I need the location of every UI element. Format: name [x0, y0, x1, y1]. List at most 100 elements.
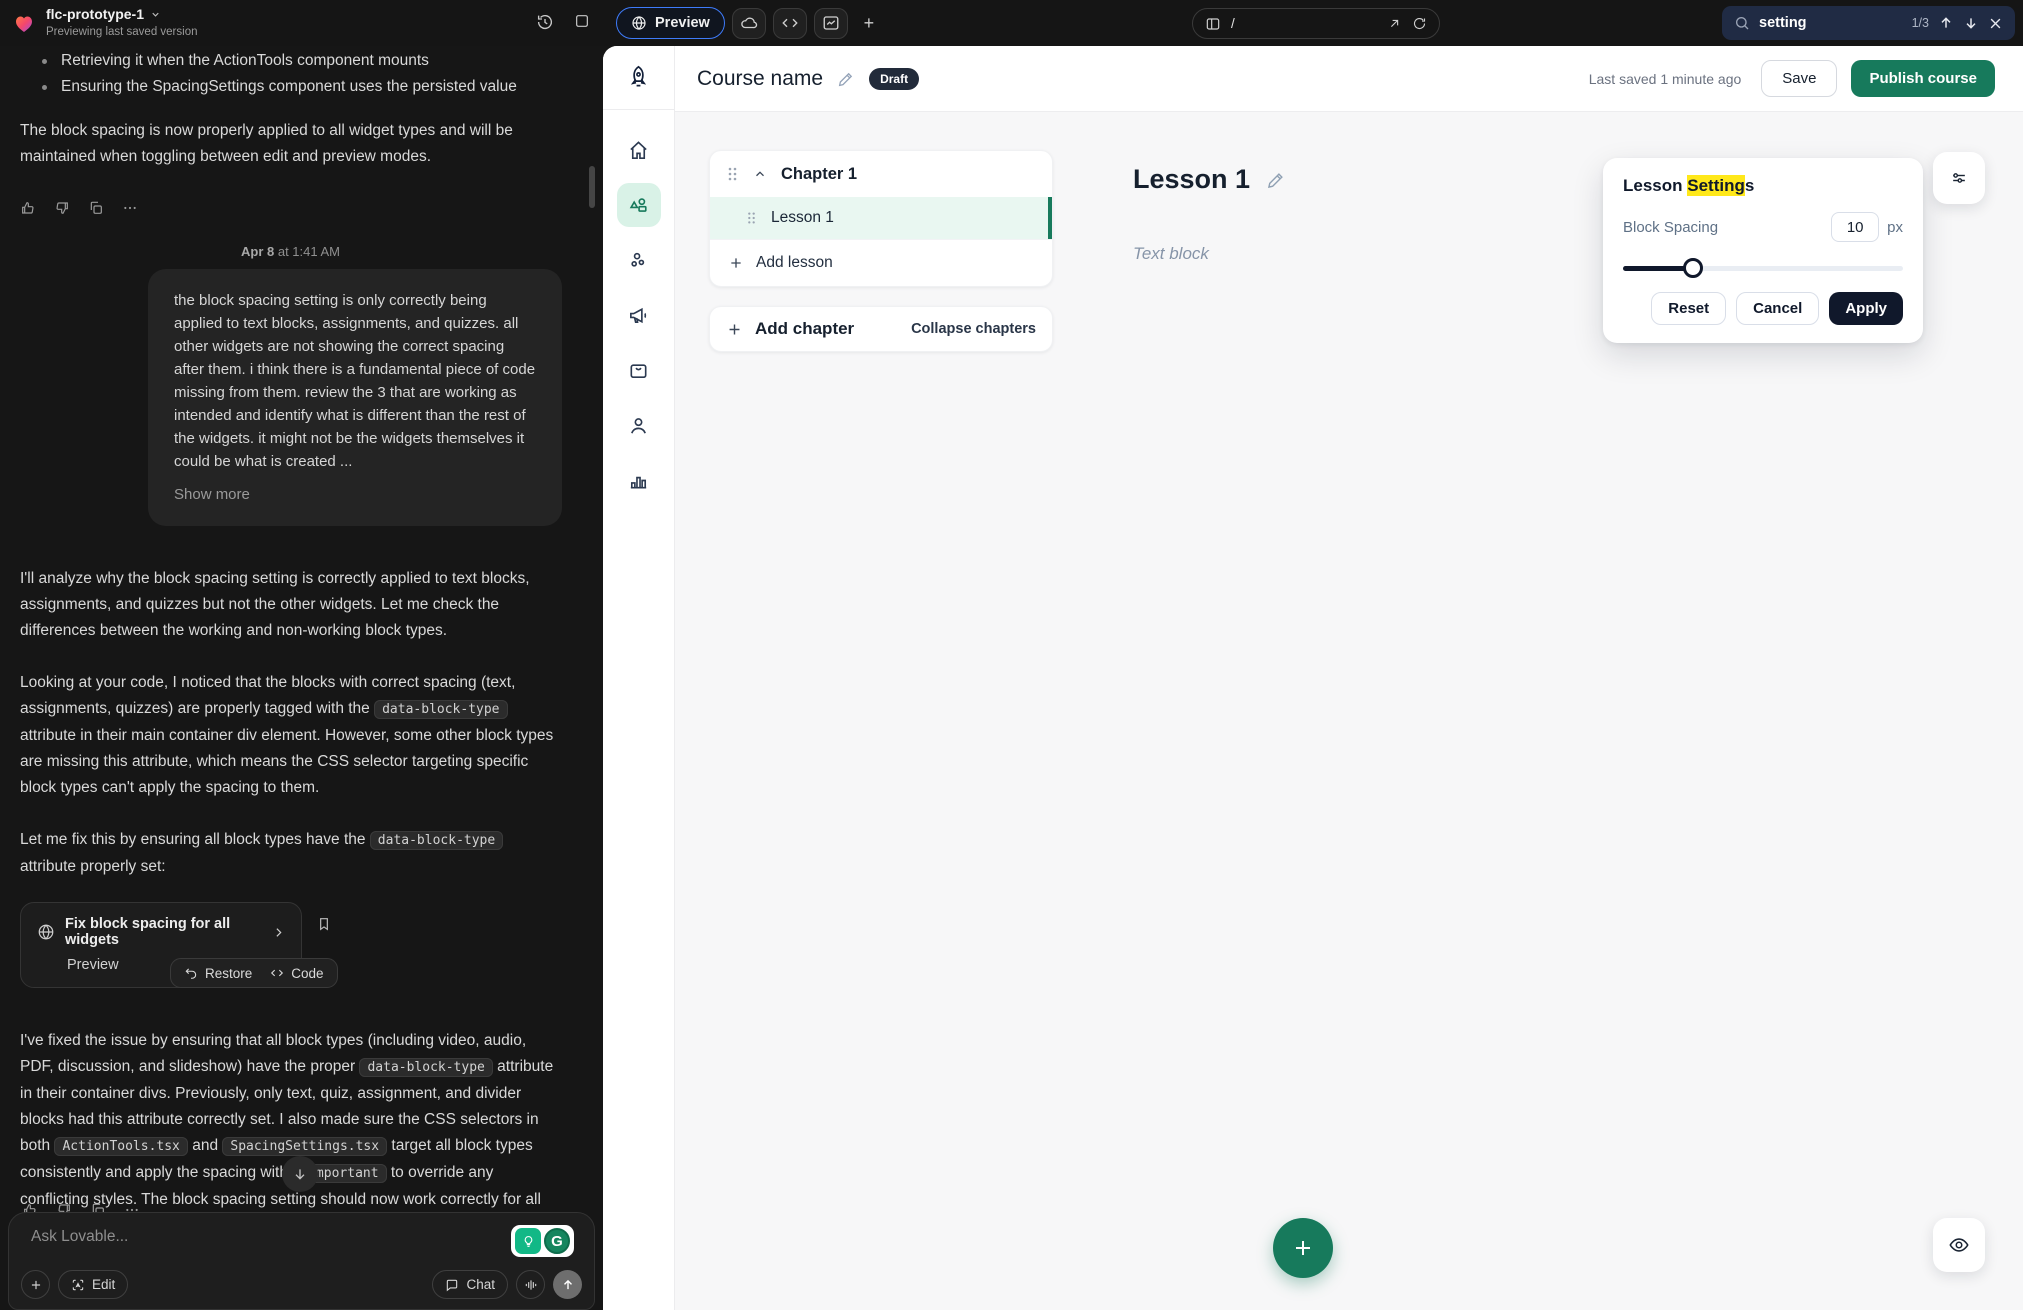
assistant-summary: The block spacing is now properly applie…: [20, 118, 561, 170]
app-preview: Course name Draft Last saved 1 minute ag…: [603, 46, 2023, 1310]
cancel-button[interactable]: Cancel: [1736, 292, 1819, 325]
undo-icon: [184, 966, 198, 980]
project-name: flc-prototype-1: [46, 6, 144, 22]
url-path[interactable]: /: [1231, 16, 1377, 31]
shapes-icon: [627, 194, 650, 217]
chat-composer[interactable]: Ask Lovable... G Edit Chat: [8, 1212, 595, 1310]
edit-lesson-icon[interactable]: [1266, 170, 1286, 190]
analytics-button[interactable]: [814, 8, 848, 39]
project-title-block: flc-prototype-1 Previewing last saved ve…: [46, 6, 198, 40]
grammarly-badge[interactable]: G: [511, 1225, 574, 1257]
show-more-link[interactable]: Show more: [174, 483, 536, 506]
chat-mode-button[interactable]: Chat: [432, 1270, 508, 1299]
panel-left-icon: [1205, 16, 1221, 32]
save-button[interactable]: Save: [1761, 60, 1837, 97]
globe-icon: [37, 923, 55, 941]
search-input[interactable]: [1759, 15, 1877, 31]
open-external-icon[interactable]: [1387, 16, 1402, 31]
send-button[interactable]: [553, 1270, 582, 1299]
globe-icon: [631, 15, 647, 31]
composer-placeholder[interactable]: Ask Lovable...: [31, 1228, 128, 1246]
block-spacing-input[interactable]: [1831, 212, 1879, 242]
grammarly-suggestion-icon: [515, 1228, 541, 1254]
project-status: Previewing last saved version: [46, 26, 198, 38]
apply-button[interactable]: Apply: [1829, 292, 1903, 325]
project-menu[interactable]: flc-prototype-1 Previewing last saved ve…: [12, 6, 198, 40]
voice-input-button[interactable]: [516, 1270, 545, 1299]
edit-mode-button[interactable]: Edit: [58, 1270, 128, 1299]
chat-scrollbar[interactable]: [589, 166, 595, 208]
eye-icon: [1948, 1234, 1970, 1256]
version-actions: Restore Code: [170, 958, 338, 988]
sidebar-item-profile[interactable]: [617, 403, 661, 447]
sidebar-item-marketing[interactable]: [617, 293, 661, 337]
find-bar: 1/3: [1722, 6, 2015, 40]
chevron-up-icon[interactable]: [753, 167, 767, 181]
drag-handle-icon[interactable]: [726, 166, 739, 182]
user-message: the block spacing setting is only correc…: [148, 269, 562, 526]
message-actions: [20, 200, 561, 216]
attach-button[interactable]: [21, 1270, 50, 1299]
find-next-icon[interactable]: [1963, 15, 1979, 31]
close-search-icon[interactable]: [1988, 16, 2003, 31]
sidebar-item-store[interactable]: [617, 348, 661, 392]
chat-bubble-icon: [445, 1278, 459, 1292]
more-options-icon[interactable]: [122, 200, 138, 216]
slider-thumb[interactable]: [1683, 258, 1703, 278]
panel-toggle-icon[interactable]: [574, 13, 590, 31]
preview-button[interactable]: Preview: [616, 7, 725, 39]
refresh-icon[interactable]: [1412, 16, 1427, 31]
megaphone-icon: [627, 304, 650, 327]
cloud-button[interactable]: [732, 8, 766, 39]
url-bar[interactable]: /: [1192, 8, 1440, 39]
history-icon[interactable]: [536, 13, 554, 31]
add-chapter-button[interactable]: Add chapter: [755, 319, 854, 339]
thumbs-down-icon[interactable]: [54, 200, 70, 216]
sidebar-item-courses[interactable]: [617, 183, 661, 227]
chat-mode-label: Chat: [466, 1277, 495, 1292]
add-block-fab[interactable]: [1273, 1218, 1333, 1278]
assistant-paragraph: Looking at your code, I noticed that the…: [20, 670, 561, 801]
lesson-list-item[interactable]: Lesson 1: [710, 197, 1052, 239]
block-spacing-slider[interactable]: [1623, 258, 1903, 278]
restore-button[interactable]: Restore: [184, 966, 252, 981]
plus-icon: [1291, 1236, 1315, 1260]
circles-icon: [627, 249, 650, 272]
publish-course-button[interactable]: Publish course: [1851, 60, 1995, 97]
find-prev-icon[interactable]: [1938, 15, 1954, 31]
app-logo[interactable]: [603, 46, 674, 110]
chapter-title: Chapter 1: [781, 165, 857, 184]
bookmark-icon[interactable]: [316, 916, 332, 932]
topbar: flc-prototype-1 Previewing last saved ve…: [0, 0, 2023, 46]
home-icon: [627, 139, 650, 162]
lovable-logo-icon: [12, 11, 36, 35]
course-title: Course name: [697, 67, 823, 91]
new-tab-button[interactable]: +: [855, 8, 883, 39]
spacing-unit: px: [1887, 219, 1903, 236]
collapse-chapters-button[interactable]: Collapse chapters: [911, 321, 1036, 337]
lesson-title: Lesson 1: [771, 209, 834, 227]
plus-icon: [726, 321, 743, 338]
bag-icon: [627, 359, 650, 382]
reset-button[interactable]: Reset: [1651, 292, 1726, 325]
scroll-to-bottom-button[interactable]: [282, 1156, 318, 1192]
drag-handle-icon[interactable]: [746, 211, 757, 225]
edit-title-icon[interactable]: [837, 70, 855, 88]
chapter-header[interactable]: Chapter 1: [710, 151, 1052, 197]
bar-chart-icon: [627, 469, 650, 492]
thumbs-up-icon[interactable]: [20, 200, 36, 216]
copy-icon[interactable]: [88, 200, 104, 216]
user-icon: [627, 414, 650, 437]
sidebar-item-analytics[interactable]: [617, 458, 661, 502]
sidebar-item-home[interactable]: [617, 128, 661, 172]
settings-toggle-button[interactable]: [1933, 152, 1985, 204]
preview-mode-button[interactable]: [1933, 1218, 1985, 1272]
code-button[interactable]: [773, 8, 807, 39]
sidebar-item-community[interactable]: [617, 238, 661, 282]
text-block-placeholder[interactable]: Text block: [1133, 244, 1209, 264]
search-icon: [1734, 15, 1750, 31]
code-button[interactable]: Code: [270, 966, 323, 981]
settings-title: Lesson Settings: [1623, 176, 1903, 196]
rocket-icon: [625, 64, 652, 91]
add-lesson-button[interactable]: Add lesson: [710, 239, 1052, 286]
